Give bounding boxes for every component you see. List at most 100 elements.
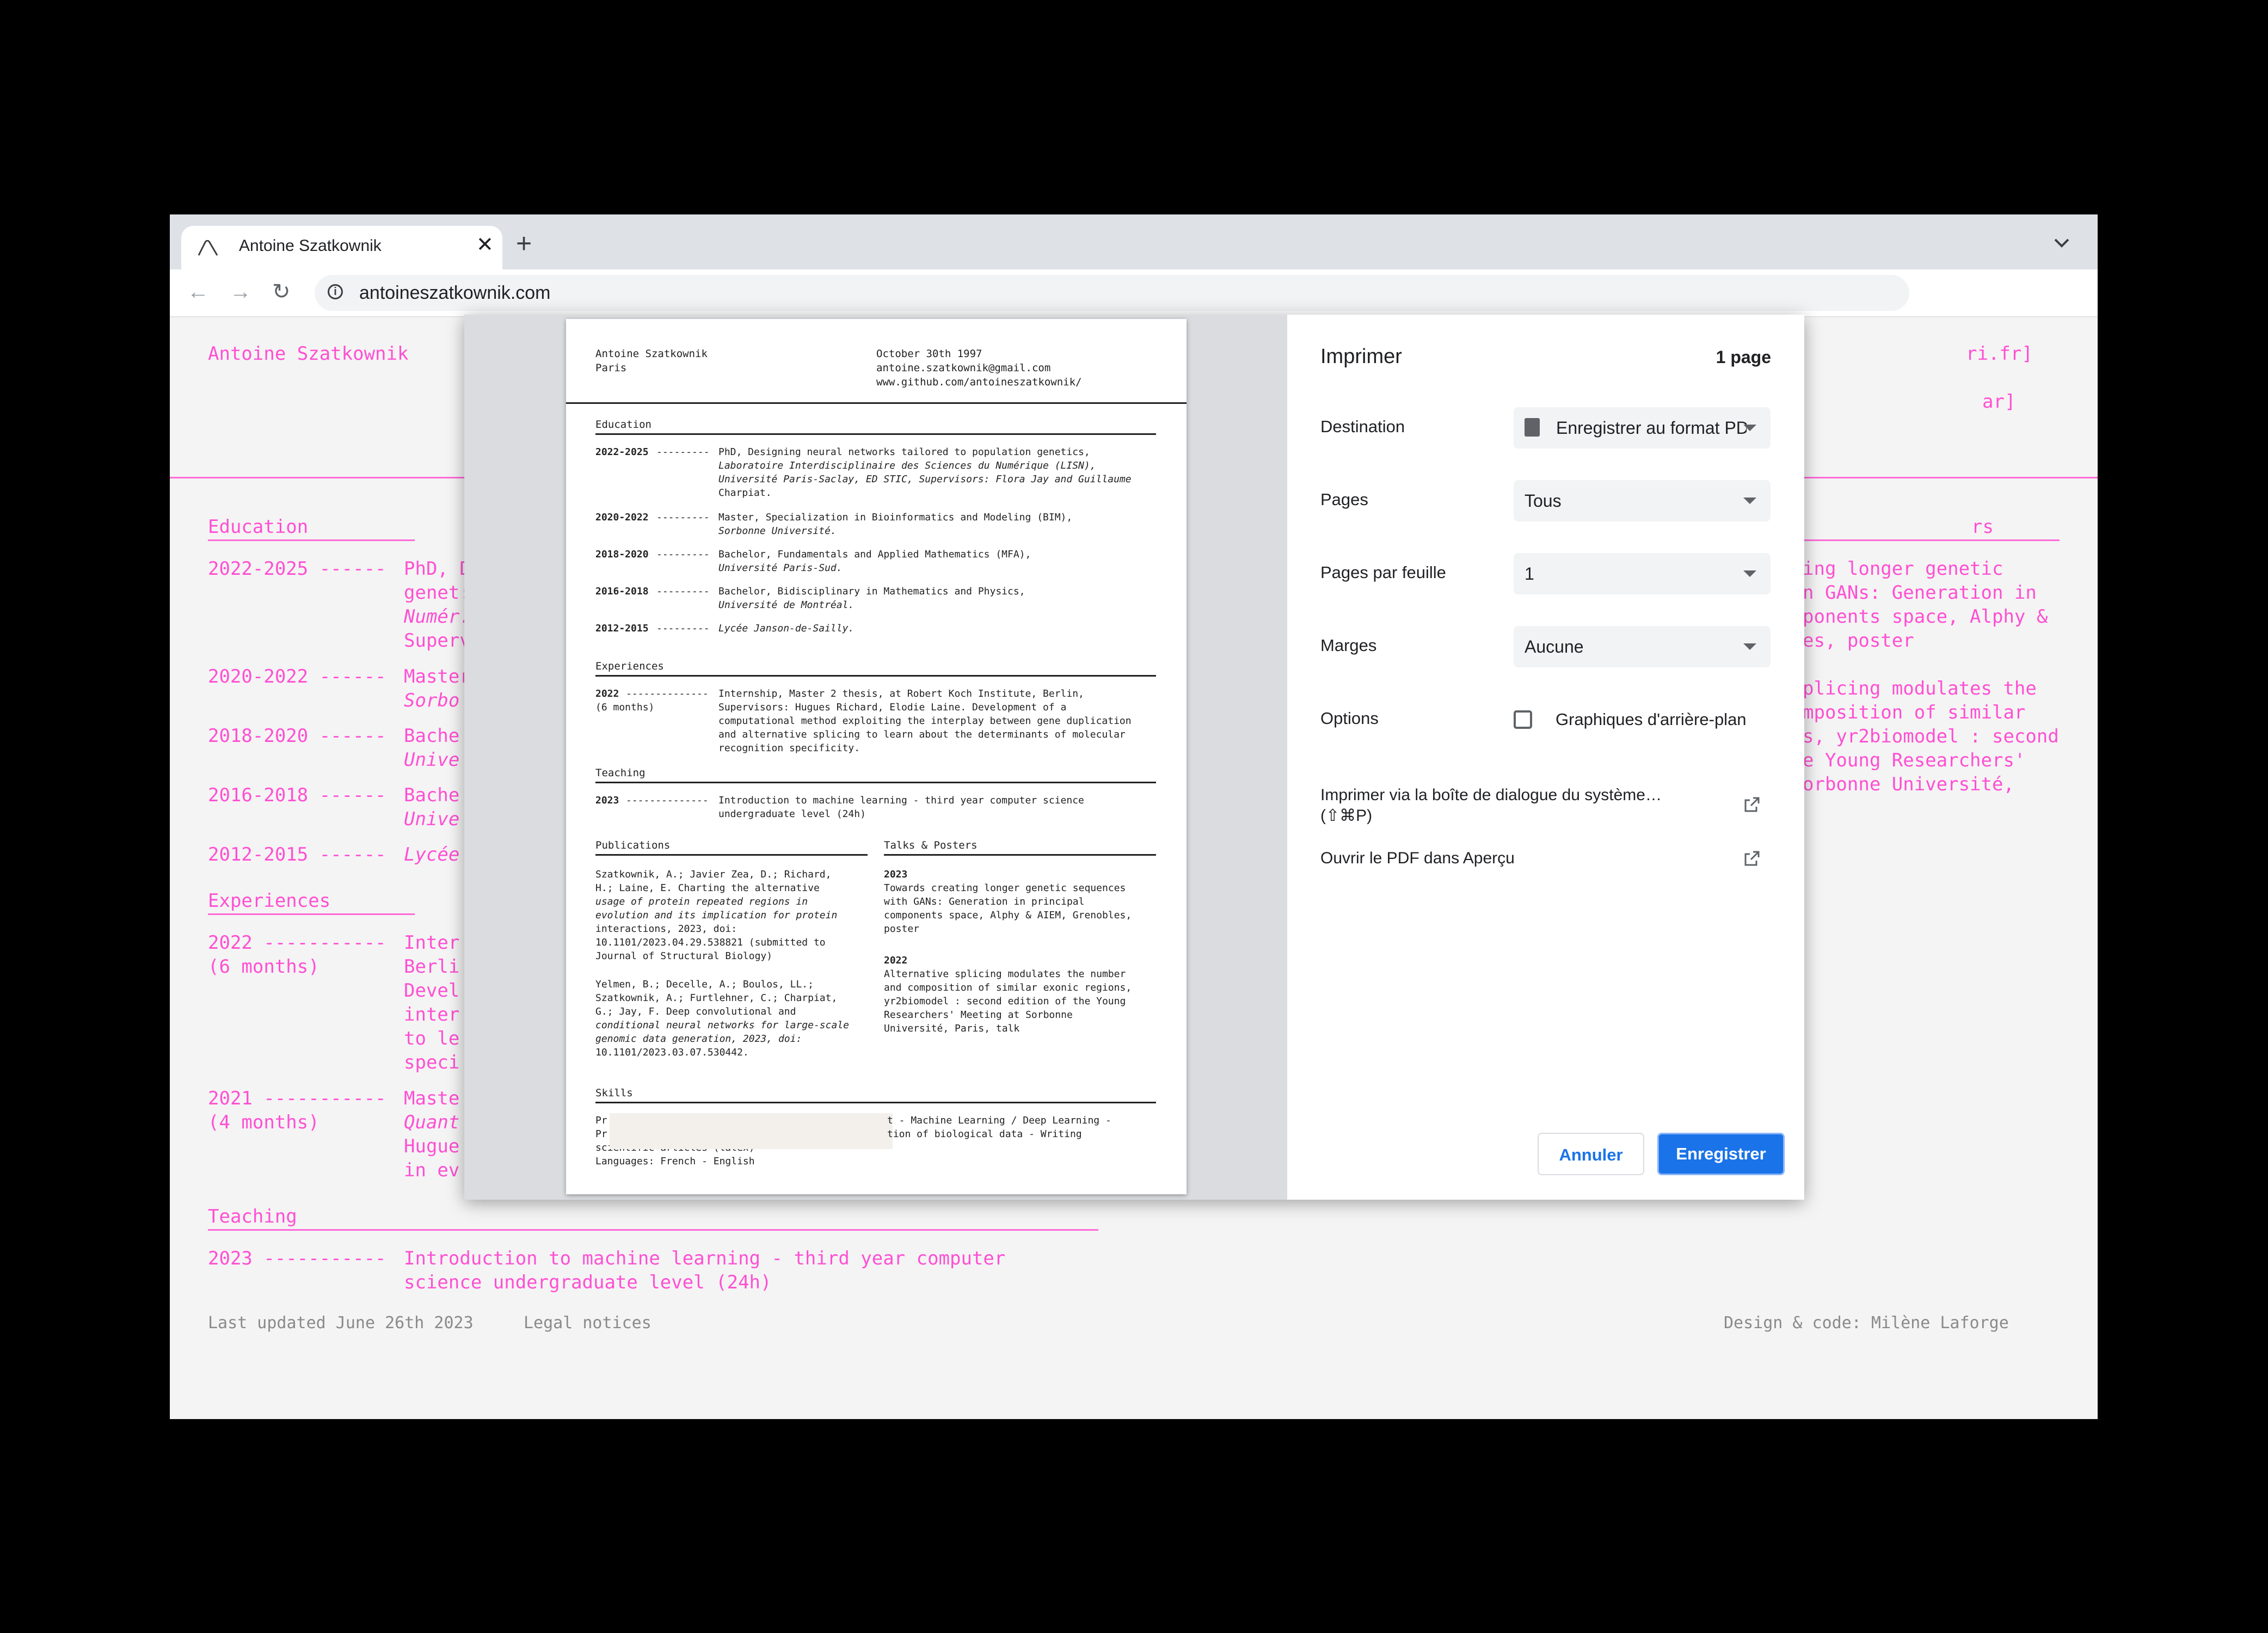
exp-text-1: Inter — [404, 932, 460, 954]
resume-pub-line: Journal of Structural Biology) — [595, 950, 773, 962]
footer-credit[interactable]: Design & code: Milène Laforge — [1724, 1313, 2009, 1333]
edu-text-1: PhD, D — [404, 558, 471, 580]
resume-edu-dash: --------- — [656, 549, 710, 560]
system-dialog-shortcut: (⇧⌘P) — [1320, 807, 1373, 825]
resume-talk-line: components space, Alphy & AIEM, Grenoble… — [884, 910, 1132, 921]
exp-text-2: Berli — [404, 956, 460, 978]
edu-text-8: Unive — [404, 749, 460, 771]
resume-edu-years: 2022-2025 — [595, 446, 649, 458]
dropdown-arrow-icon — [1743, 570, 1756, 577]
page-count: 1 page — [1716, 347, 1771, 367]
resume-teach-dash: -------------- — [626, 795, 709, 806]
tab-active[interactable]: Antoine Szatkownik ✕ — [181, 226, 502, 269]
pages-per-sheet-select[interactable]: 1 — [1514, 553, 1771, 594]
save-button[interactable]: Enregistrer — [1657, 1133, 1785, 1175]
reload-icon[interactable]: ↻ — [272, 278, 291, 305]
resume-pub-line: G.; Jay, F. Deep convolutional and — [595, 1006, 796, 1017]
chevron-down-icon[interactable] — [2052, 234, 2072, 250]
close-tab-icon[interactable]: ✕ — [476, 232, 494, 257]
destination-value: Enregistrer au format PDF — [1556, 418, 1747, 438]
site-favicon-icon — [198, 240, 218, 256]
edu-text-10: Unive — [404, 808, 460, 830]
destination-label: Destination — [1320, 417, 1405, 436]
resume-pub-line: Szatkownik, A.; Furtlehner, C.; Charpiat… — [595, 992, 838, 1004]
edu-years-2: 2020-2022 ------ — [208, 666, 386, 687]
system-dialog-link[interactable]: Imprimer via la boîte de dialogue du sys… — [1320, 785, 1662, 826]
margins-select[interactable]: Aucune — [1514, 626, 1771, 667]
resume-pub-line: H.; Laine, E. Charting the alternative — [595, 882, 820, 894]
resume-edu-line: Lycée Janson-de-Sailly. — [718, 623, 855, 634]
back-arrow-icon[interactable]: ← — [187, 278, 209, 305]
print-dialog: Antoine Szatkownik Paris October 30th 19… — [464, 315, 1804, 1200]
resume-experiences-rule — [595, 675, 1156, 677]
pages-select[interactable]: Tous — [1514, 480, 1771, 521]
edu-years-3: 2018-2020 ------ — [208, 725, 386, 747]
exp-text-3: Devel — [404, 980, 460, 1002]
destination-select[interactable]: Enregistrer au format PDF — [1514, 407, 1771, 449]
contact-email-fragment[interactable]: ri.fr] — [1966, 342, 2033, 366]
footer-legal-link[interactable]: Legal notices — [524, 1313, 651, 1333]
exp-duration-2: (4 months) — [208, 1112, 319, 1133]
site-name[interactable]: Antoine Szatkownik — [208, 342, 408, 366]
site-info-icon[interactable]: i — [328, 284, 343, 299]
background-graphics-checkbox[interactable] — [1514, 710, 1532, 729]
resume-edu-years: 2020-2022 — [595, 512, 649, 523]
resume-pub-line: 10.1101/2023.03.07.530442. — [595, 1047, 749, 1058]
resume-exp-years: 2022 — [595, 688, 619, 699]
exp-text-6: speci — [404, 1052, 460, 1073]
teach-line-1: Introduction to machine learning - third… — [404, 1248, 1006, 1269]
resume-pub-line: Szatkownik, A.; Javier Zea, D.; Richard, — [595, 869, 832, 880]
resume-edu-dash: --------- — [656, 512, 710, 523]
cancel-button[interactable]: Annuler — [1538, 1133, 1644, 1175]
print-dialog-title: Imprimer — [1320, 345, 1402, 368]
exp-years-1: 2022 ----------- — [208, 932, 386, 954]
resume-skill-line: t - Machine Learning / Deep Learning - — [887, 1115, 1111, 1126]
open-external-icon[interactable] — [1743, 850, 1761, 867]
resume-edu-line: Bachelor, Fundamentals and Applied Mathe… — [718, 549, 1031, 560]
resume-edu-line: Master, Specialization in Bioinformatics… — [718, 512, 1073, 523]
resume-edu-line: Sorbonne Université. — [718, 525, 837, 537]
resume-edu-line: Laboratoire Interdisciplinaire des Scien… — [718, 460, 1096, 471]
margins-value: Aucune — [1525, 637, 1584, 656]
resume-talk-year: 2022 — [884, 955, 908, 966]
section-experiences-title: Experiences — [208, 890, 331, 912]
resume-teaching-title: Teaching — [595, 767, 646, 779]
talk-line-10: orbonne Université, — [1803, 773, 2014, 795]
open-external-icon[interactable] — [1743, 796, 1761, 813]
resume-talk-line: Towards creating longer genetic sequence… — [884, 882, 1126, 894]
exp-years-2: 2021 ----------- — [208, 1088, 386, 1109]
resume-skill-line: Pr — [595, 1128, 607, 1140]
education-underline — [208, 539, 415, 541]
resume-edu-line: Charpiat. — [718, 487, 772, 499]
new-tab-icon[interactable]: + — [516, 230, 532, 257]
resume-skill-line: Languages: French - English — [595, 1156, 755, 1167]
edu-text-7: Bache — [404, 725, 460, 747]
url-text[interactable]: antoineszatkownik.com — [359, 283, 551, 304]
talk-line-7: mposition of similar — [1803, 702, 2026, 723]
pages-label: Pages — [1320, 490, 1368, 509]
resume-exp-line: computational method exploiting the inte… — [718, 715, 1132, 727]
exp-text-7: Maste — [404, 1088, 460, 1109]
resume-skill-line: Pr — [595, 1115, 607, 1126]
talk-line-9: e Young Researchers' — [1803, 750, 2026, 771]
forward-arrow-icon[interactable]: → — [230, 278, 251, 305]
edu-text-11: Lycée — [404, 844, 460, 865]
background-graphics-label[interactable]: Graphiques d'arrière-plan — [1556, 710, 1747, 729]
section-teaching-title: Teaching — [208, 1206, 297, 1227]
address-bar[interactable]: i antoineszatkownik.com — [315, 275, 1909, 311]
open-pdf-preview-link[interactable]: Ouvrir le PDF dans Aperçu — [1320, 848, 1515, 869]
pages-per-sheet-value: 1 — [1525, 564, 1534, 584]
resume-pub-line: conditional neural networks for large-sc… — [595, 1020, 849, 1031]
contact-link-fragment[interactable]: ar] — [1982, 390, 2015, 414]
resume-date: October 30th 1997 — [876, 348, 982, 360]
resume-talk-line: with GANs: Generation in principal — [884, 896, 1085, 907]
section-education-title: Education — [208, 516, 309, 538]
resume-pub-line: 10.1101/2023.04.29.538821 (submitted to — [595, 937, 826, 948]
margins-label: Marges — [1320, 636, 1377, 655]
resume-edu-years: 2012-2015 — [595, 623, 649, 634]
experiences-underline — [208, 913, 415, 915]
dropdown-arrow-icon — [1743, 643, 1756, 650]
redacted-region — [610, 1113, 893, 1149]
resume-exp-line: Internship, Master 2 thesis, at Robert K… — [718, 688, 1084, 699]
edu-years-4: 2016-2018 ------ — [208, 784, 386, 806]
